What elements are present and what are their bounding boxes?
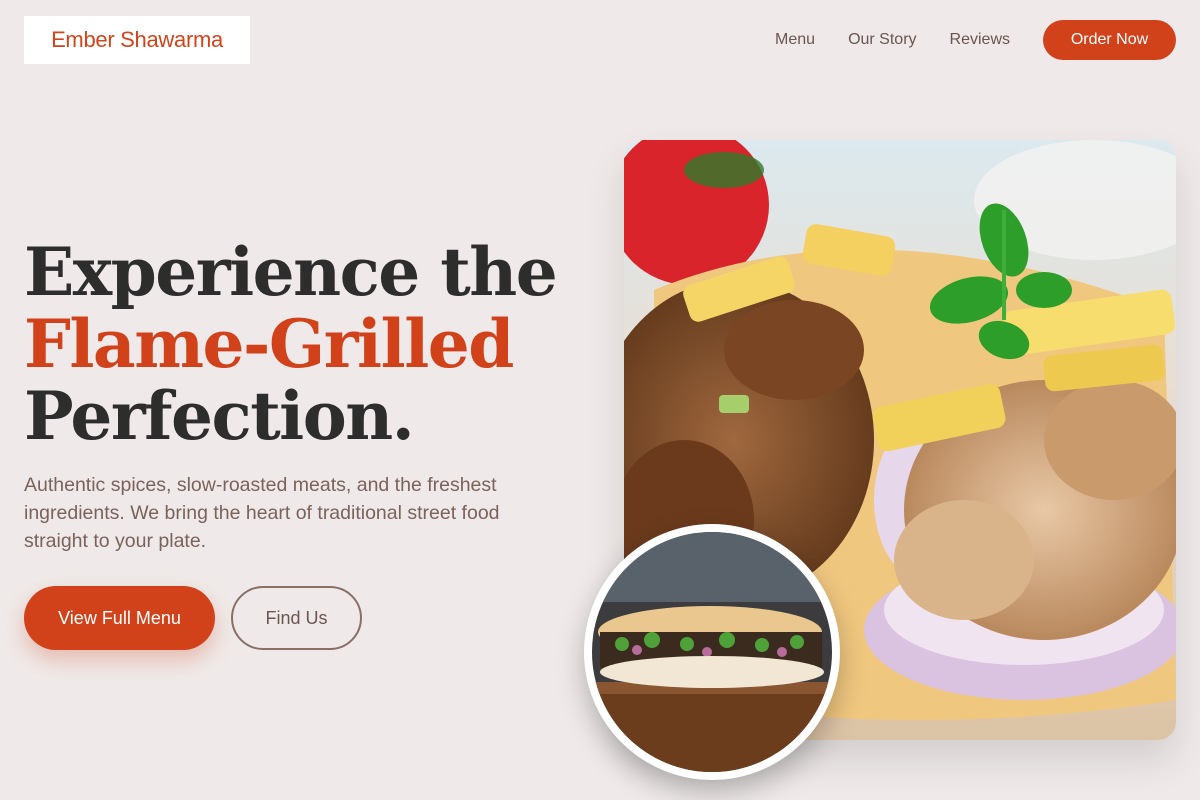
headline-accent: Flame-Grilled: [24, 305, 514, 383]
nav-link-menu[interactable]: Menu: [775, 31, 815, 49]
nav-link-reviews[interactable]: Reviews: [950, 31, 1010, 49]
hero-subtext: Authentic spices, slow-roasted meats, an…: [24, 474, 500, 552]
view-menu-button[interactable]: View Full Menu: [24, 586, 215, 650]
headline-line-3: Perfection.: [24, 377, 415, 455]
order-now-button[interactable]: Order Now: [1043, 20, 1176, 60]
main-nav: Menu Our Story Reviews Order Now: [775, 20, 1176, 60]
hero-headline: Experience the Flame-Grilled Perfection.: [24, 236, 584, 452]
nav-link-our-story[interactable]: Our Story: [848, 31, 916, 49]
headline-line-1: Experience the: [24, 233, 558, 311]
brand-logo[interactable]: Ember Shawarma: [24, 16, 250, 64]
find-us-button[interactable]: Find Us: [231, 586, 362, 650]
sandwich-thumbnail: [584, 524, 840, 780]
shawarma-sandwich-illustration: [592, 532, 832, 772]
